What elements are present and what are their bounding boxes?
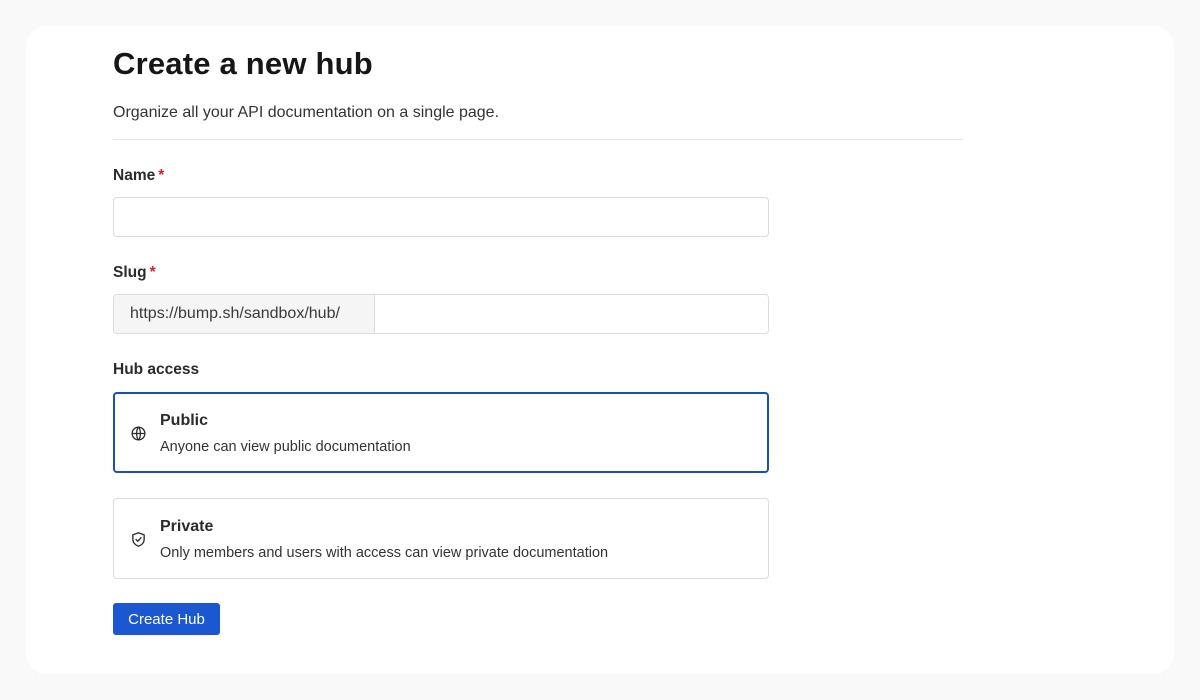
slug-label: Slug * (113, 263, 963, 283)
slug-prefix: https://bump.sh/sandbox/hub/ (114, 295, 375, 333)
slug-input[interactable] (375, 295, 768, 333)
form-card: Create a new hub Organize all your API d… (26, 26, 1174, 674)
name-input[interactable] (113, 197, 769, 237)
slug-field-group: https://bump.sh/sandbox/hub/ (113, 294, 769, 334)
name-label-text: Name (113, 167, 156, 184)
page-title: Create a new hub (113, 46, 373, 81)
slug-label-text: Slug (113, 264, 147, 281)
access-option-private[interactable]: Private Only members and users with acce… (113, 498, 769, 579)
hub-access-label: Hub access (113, 361, 200, 378)
divider (113, 139, 963, 140)
access-option-description: Anyone can view public documentation (160, 439, 411, 455)
access-option-title: Public (160, 412, 209, 429)
name-label: Name * (113, 166, 963, 186)
create-hub-form: Create a new hub Organize all your API d… (113, 46, 963, 635)
access-option-description: Only members and users with access can v… (160, 545, 609, 561)
globe-icon (130, 425, 147, 442)
access-option-public[interactable]: Public Anyone can view public documentat… (113, 392, 769, 473)
create-hub-button[interactable]: Create Hub (113, 603, 220, 635)
required-mark: * (158, 167, 165, 184)
shield-check-icon (130, 531, 147, 548)
required-mark: * (149, 264, 156, 281)
page-subtitle: Organize all your API documentation on a… (113, 104, 500, 121)
access-option-title: Private (160, 518, 214, 535)
